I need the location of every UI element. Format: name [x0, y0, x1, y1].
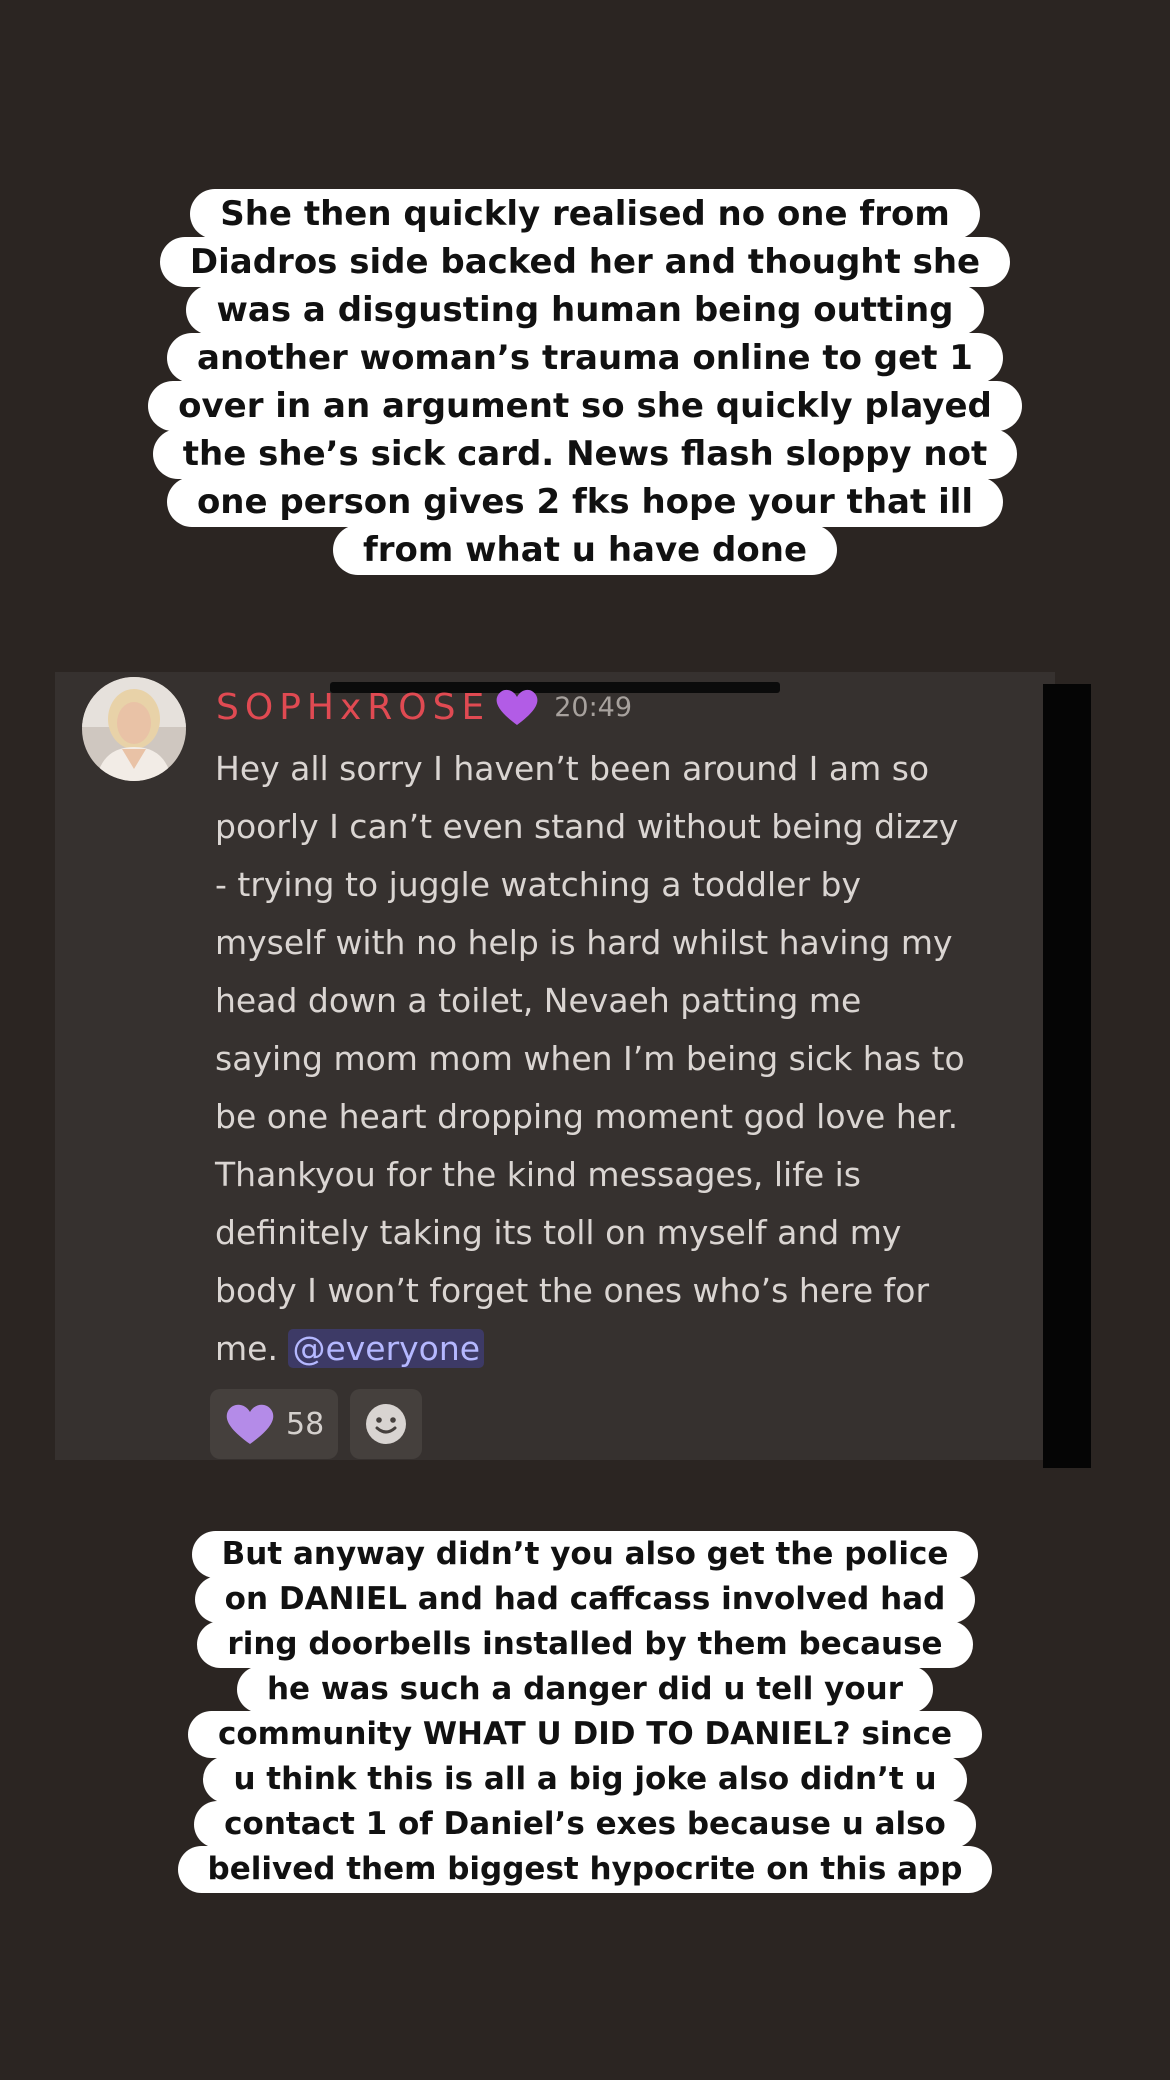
message-header: SOPHxROSE 20:49: [216, 682, 632, 732]
message-line: definitely taking its toll on myself and…: [215, 1213, 902, 1252]
caption-line: contact 1 of Daniel’s exes because u als…: [194, 1801, 976, 1848]
reaction-count: 58: [286, 1406, 325, 1442]
smiley-icon: [366, 1404, 407, 1444]
user-avatar[interactable]: [82, 677, 186, 781]
message-line: - trying to juggle watching a toddler by: [215, 865, 861, 904]
purple-heart-icon: [226, 1404, 274, 1444]
heart-reaction-button[interactable]: 58: [210, 1389, 339, 1459]
caption-line: ring doorbells installed by them because: [197, 1621, 973, 1668]
message-line: body I won’t forget the ones who’s here …: [215, 1271, 930, 1310]
caption-line: one person gives 2 fks hope your that il…: [166, 477, 1004, 527]
caption-line: he was such a danger did u tell your: [236, 1666, 934, 1713]
reaction-bar: 58: [210, 1389, 423, 1459]
caption-line: another woman’s trauma online to get 1: [167, 333, 1003, 383]
message-line: head down a toilet, Nevaeh patting me: [215, 981, 862, 1020]
caption-line: the she’s sick card. News flash sloppy n…: [152, 429, 1018, 479]
caption-line: u think this is all a big joke also didn…: [203, 1756, 967, 1803]
add-reaction-button[interactable]: [350, 1389, 423, 1459]
message-line: Hey all sorry I haven’t been around I am…: [215, 749, 930, 788]
username[interactable]: SOPHxROSE: [216, 687, 490, 728]
caption-line: was a disgusting human being outting: [186, 285, 984, 335]
caption-line: belived them biggest hypocrite on this a…: [177, 1846, 993, 1893]
purple-heart-icon: [496, 689, 538, 725]
caption-line: She then quickly realised no one from: [190, 189, 980, 239]
message-text: me.: [215, 1329, 278, 1368]
everyone-mention[interactable]: @everyone: [288, 1329, 485, 1368]
caption-line: Diadros side backed her and thought she: [159, 237, 1011, 287]
message-line: Thankyou for the kind messages, life is: [215, 1155, 861, 1194]
message-body: Hey all sorry I haven’t been around I am…: [215, 740, 1035, 1378]
caption-line: over in an argument so she quickly playe…: [148, 381, 1022, 431]
message-line: be one heart dropping moment god love he…: [215, 1097, 959, 1136]
message-line: saying mom mom when I’m being sick has t…: [215, 1039, 965, 1078]
story-caption-top: She then quickly realised no one from Di…: [0, 189, 1170, 575]
caption-line: community WHAT U DID TO DANIEL? since: [187, 1711, 983, 1758]
message-line: myself with no help is hard whilst havin…: [215, 923, 953, 962]
edge-black-bar: [1043, 684, 1091, 1468]
message-line: poorly I can’t even stand without being …: [215, 807, 959, 846]
message-timestamp: 20:49: [554, 691, 633, 723]
story-caption-bottom: But anyway didn’t you also get the polic…: [0, 1531, 1170, 1893]
caption-line: But anyway didn’t you also get the polic…: [191, 1531, 979, 1578]
caption-line: on DANIEL and had caffcass involved had: [194, 1576, 976, 1623]
caption-line: from what u have done: [332, 525, 838, 575]
avatar-image: [82, 677, 186, 781]
message-line-last: me. @everyone: [215, 1320, 1035, 1378]
